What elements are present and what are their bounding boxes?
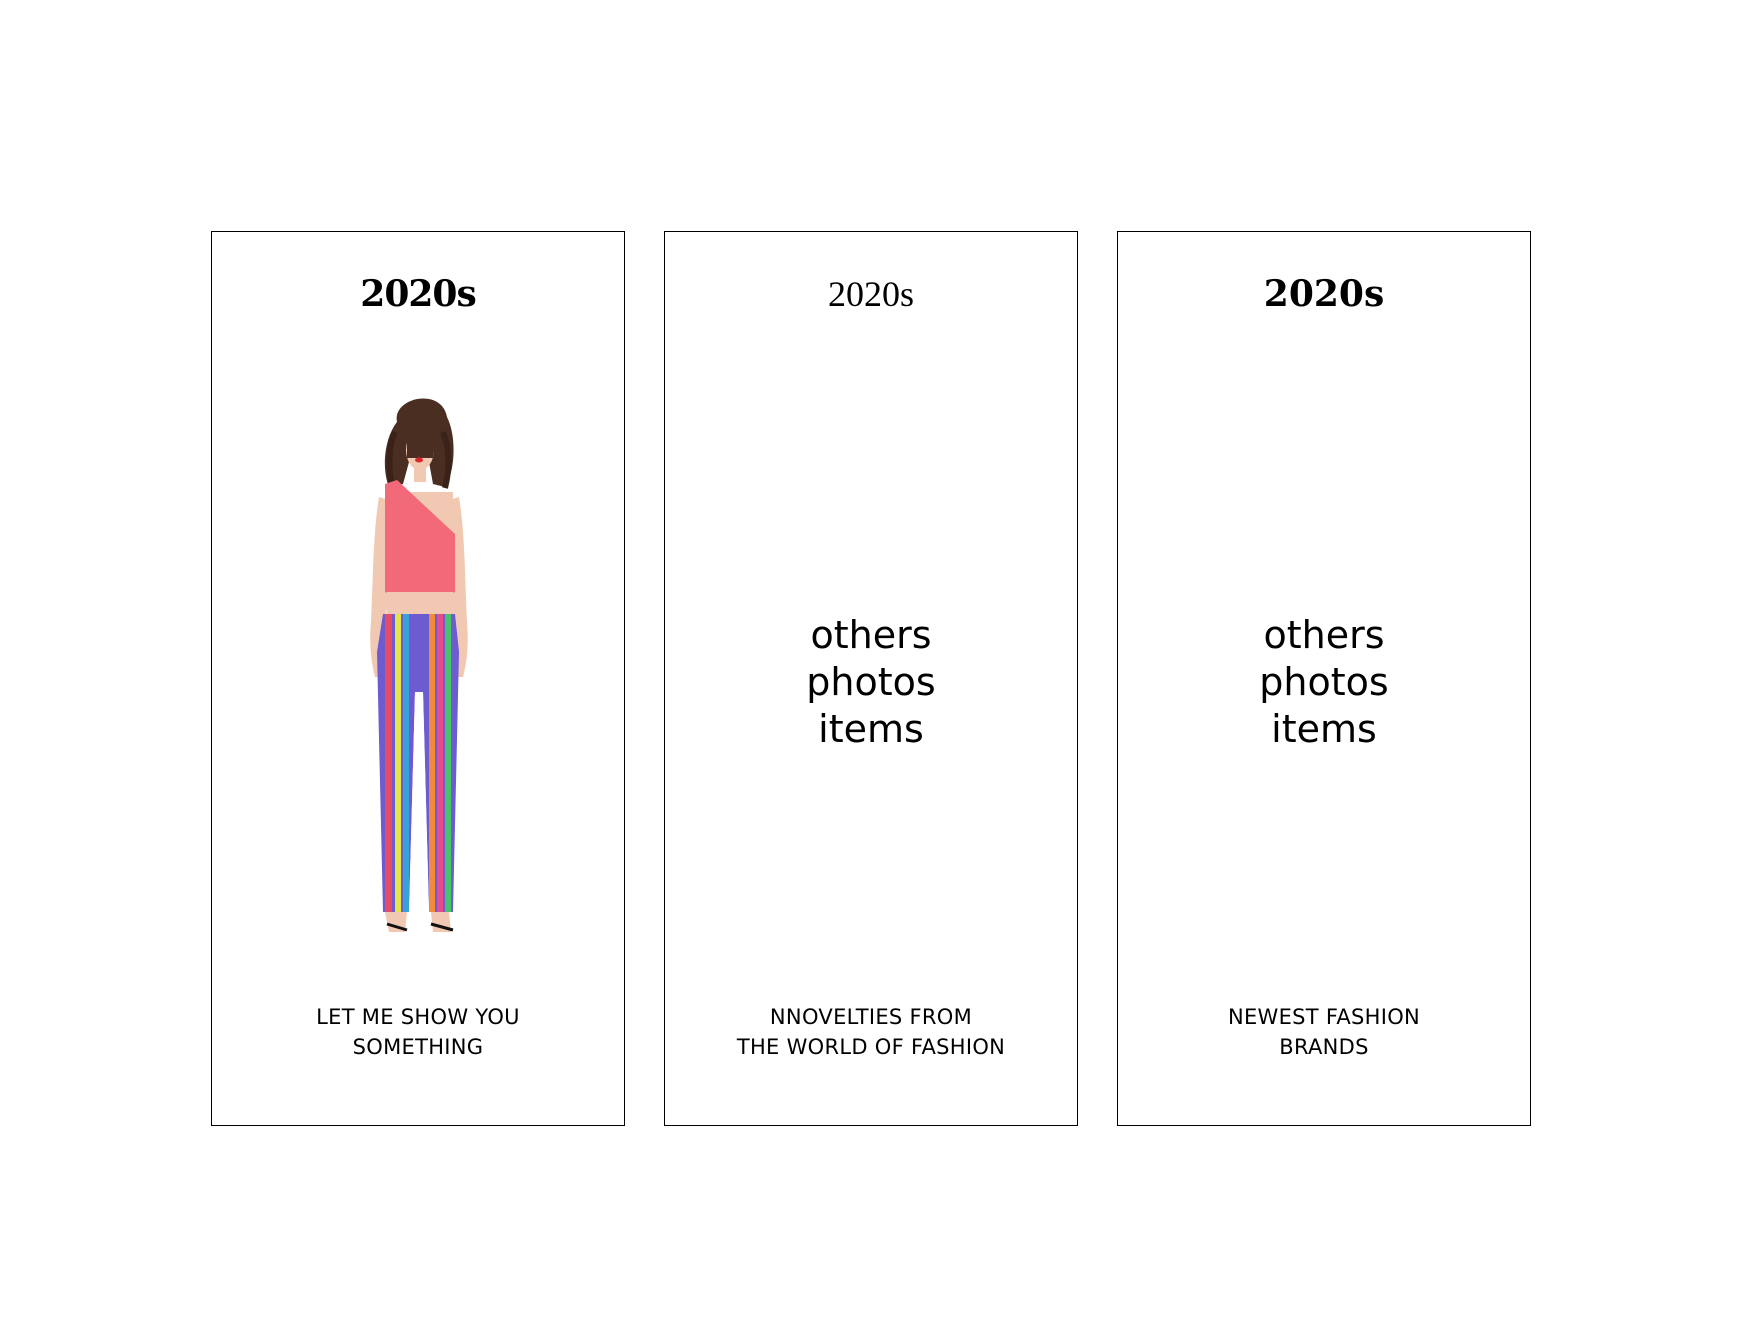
- caption-line-1: NNOVELTIES FROM: [769, 1005, 973, 1029]
- card-caption: LET ME SHOW YOU SOMETHING: [212, 1002, 624, 1062]
- placeholder-line-3: items: [818, 707, 924, 751]
- cards-row: 2020s LET ME SHOW YOU SOMETHING 2020s ot…: [211, 231, 1531, 1126]
- card-caption: NEWEST FASHION BRANDS: [1118, 1002, 1530, 1062]
- fashion-model-photo: [370, 398, 468, 932]
- card-caption: NNOVELTIES FROM THE WORLD OF FASHION: [665, 1002, 1077, 1062]
- model-pants: [377, 614, 459, 912]
- caption-line-2: SOMETHING: [352, 1035, 484, 1059]
- caption-line-2: THE WORLD OF FASHION: [736, 1035, 1006, 1059]
- placeholder-line-1: others: [1263, 613, 1385, 657]
- caption-line-2: BRANDS: [1279, 1035, 1369, 1059]
- card-2[interactable]: 2020s others photos items NNOVELTIES FRO…: [664, 231, 1078, 1126]
- card-3[interactable]: 2020s others photos items NEWEST FASHION…: [1117, 231, 1531, 1126]
- card-title: 2020s: [827, 274, 914, 314]
- caption-line-1: LET ME SHOW YOU: [316, 1005, 520, 1029]
- placeholder-line-3: items: [1271, 707, 1377, 751]
- photo-placeholder: others photos items: [1118, 612, 1530, 753]
- placeholder-line-2: photos: [1259, 660, 1389, 704]
- caption-line-1: NEWEST FASHION: [1227, 1005, 1421, 1029]
- card-title: 2020s: [360, 273, 476, 315]
- photo-placeholder: others photos items: [665, 612, 1077, 753]
- card-title: 2020s: [1263, 273, 1385, 315]
- placeholder-line-2: photos: [806, 660, 936, 704]
- card-1[interactable]: 2020s LET ME SHOW YOU SOMETHING: [211, 231, 625, 1126]
- placeholder-line-1: others: [810, 613, 932, 657]
